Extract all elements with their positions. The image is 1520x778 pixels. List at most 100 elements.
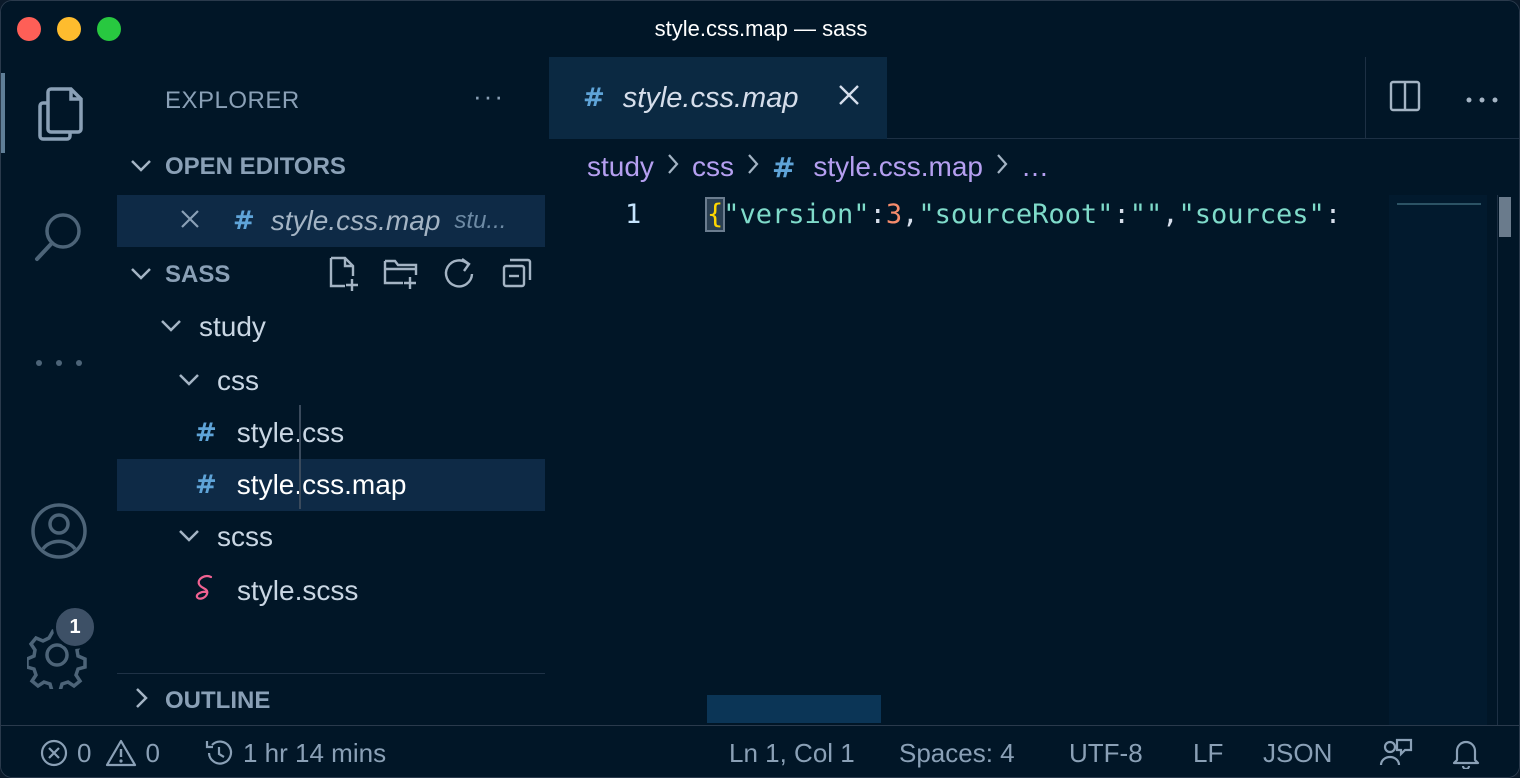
explorer-title: EXPLORER bbox=[165, 87, 300, 114]
language-mode-status[interactable]: JSON bbox=[1263, 726, 1332, 777]
chevron-down-icon bbox=[159, 314, 183, 340]
explorer-more-actions-button[interactable]: ··· bbox=[473, 81, 505, 112]
account-icon bbox=[31, 503, 87, 559]
vertical-scroll-thumb[interactable] bbox=[1499, 197, 1511, 237]
bracket-match: { bbox=[704, 197, 726, 232]
new-folder-icon bbox=[383, 259, 418, 289]
editor-area: # style.css.map study css # style.css.ma… bbox=[549, 57, 1519, 725]
file-label: style.scss bbox=[237, 575, 359, 606]
tab-label: style.css.map bbox=[622, 81, 799, 114]
files-icon bbox=[38, 87, 83, 141]
tab-style-css-map[interactable]: # style.css.map bbox=[549, 57, 887, 139]
problems-status[interactable]: 0 0 bbox=[39, 726, 160, 777]
cursor-position-status[interactable]: Ln 1, Col 1 bbox=[729, 726, 855, 777]
new-folder-button[interactable] bbox=[383, 255, 419, 291]
explorer-toolbar bbox=[325, 255, 535, 291]
folder-label: css bbox=[217, 365, 259, 396]
json-number: 3 bbox=[885, 199, 903, 230]
vscode-window: style.css.map — sass 1 EXPLORER ··· OPEN… bbox=[0, 0, 1520, 778]
settings-update-badge: 1 bbox=[53, 605, 97, 649]
bell-icon bbox=[1452, 740, 1480, 769]
file-label: style.css.map bbox=[236, 469, 407, 500]
close-window-button[interactable] bbox=[17, 17, 41, 41]
new-file-button[interactable] bbox=[325, 255, 361, 291]
horizontal-scroll-thumb[interactable] bbox=[707, 695, 881, 723]
refresh-explorer-button[interactable] bbox=[441, 255, 477, 291]
indentation-status[interactable]: Spaces: 4 bbox=[899, 726, 1015, 777]
json-key: "version" bbox=[723, 199, 870, 230]
file-style-scss[interactable]: style.scss bbox=[117, 565, 545, 617]
encoding-status[interactable]: UTF-8 bbox=[1069, 726, 1143, 777]
status-bar: 0 0 1 hr 14 mins Ln 1, Col 1 Spaces: 4 U… bbox=[1, 725, 1519, 777]
accounts-button[interactable] bbox=[1, 491, 117, 571]
chevron-down-icon bbox=[117, 262, 165, 288]
close-tab-icon[interactable] bbox=[837, 81, 861, 115]
minimize-window-button[interactable] bbox=[57, 17, 81, 41]
title-bar: style.css.map — sass bbox=[1, 1, 1519, 57]
close-editor-icon[interactable] bbox=[117, 205, 199, 237]
chevron-right-icon bbox=[117, 686, 165, 716]
folder-scss[interactable]: scss bbox=[117, 511, 545, 563]
json-key: "sourceRoot" bbox=[918, 199, 1114, 230]
time-tracker-value: 1 hr 14 mins bbox=[243, 737, 387, 768]
split-editor-button[interactable] bbox=[1389, 80, 1421, 116]
folder-css[interactable]: css bbox=[117, 355, 545, 407]
breadcrumb-item-file[interactable]: style.css.map bbox=[813, 151, 983, 183]
json-colon: : bbox=[869, 199, 886, 230]
sass-file-icon bbox=[193, 573, 219, 610]
folder-study[interactable]: study bbox=[117, 301, 545, 353]
chevron-right-icon bbox=[995, 152, 1009, 183]
css-file-icon: # bbox=[233, 206, 255, 236]
warning-count: 0 bbox=[145, 737, 160, 768]
open-editor-item[interactable]: # style.css.map stu... bbox=[117, 195, 545, 247]
notifications-button[interactable] bbox=[1451, 726, 1481, 777]
feedback-button[interactable] bbox=[1379, 726, 1413, 777]
breadcrumb-item-css[interactable]: css bbox=[692, 151, 734, 183]
folder-label: scss bbox=[217, 521, 273, 552]
css-file-icon: # bbox=[195, 470, 217, 500]
json-comma: , bbox=[902, 199, 919, 230]
json-colon: : bbox=[1113, 199, 1130, 230]
open-editors-section-header[interactable]: OPEN EDITORS bbox=[117, 145, 545, 189]
vertical-scrollbar[interactable] bbox=[1497, 195, 1511, 725]
file-style-css[interactable]: # style.css bbox=[117, 407, 545, 459]
search-activity-button[interactable] bbox=[1, 197, 117, 277]
indent-guide bbox=[299, 405, 301, 509]
time-tracker-status[interactable]: 1 hr 14 mins bbox=[203, 726, 387, 777]
file-label: style.css bbox=[236, 417, 345, 448]
feedback-icon bbox=[1379, 738, 1413, 766]
outline-section-header[interactable]: OUTLINE bbox=[117, 679, 545, 723]
breadcrumb-item-study[interactable]: study bbox=[587, 151, 654, 183]
code-editor[interactable]: 1 {"version":3,"sourceRoot":"","sources"… bbox=[549, 195, 1389, 725]
tab-bar: # style.css.map bbox=[549, 57, 1519, 139]
file-style-css-map[interactable]: # style.css.map bbox=[117, 459, 545, 511]
history-icon bbox=[205, 740, 233, 765]
warning-icon bbox=[106, 739, 137, 767]
chevron-down-icon bbox=[117, 154, 165, 180]
line-ending-status[interactable]: LF bbox=[1193, 726, 1223, 777]
new-file-icon bbox=[329, 256, 358, 291]
chevron-right-icon bbox=[666, 152, 680, 183]
search-icon bbox=[35, 213, 81, 261]
code-line[interactable]: {"version":3,"sourceRoot":"","sources": bbox=[704, 197, 1342, 232]
breadcrumb: study css # style.css.map … bbox=[549, 141, 1519, 193]
collapse-folders-button[interactable] bbox=[499, 255, 535, 291]
more-views-button[interactable] bbox=[1, 323, 117, 403]
minimap[interactable] bbox=[1389, 195, 1487, 725]
outline-label: OUTLINE bbox=[165, 687, 271, 714]
minimap-line bbox=[1397, 203, 1481, 205]
editor-more-actions-button[interactable] bbox=[1466, 89, 1498, 108]
error-count: 0 bbox=[77, 737, 92, 768]
explorer-activity-button[interactable] bbox=[1, 73, 117, 153]
breadcrumb-item-symbols[interactable]: … bbox=[1021, 151, 1049, 183]
json-comma: , bbox=[1162, 199, 1179, 230]
ellipsis-icon bbox=[36, 360, 82, 366]
json-colon: : bbox=[1324, 199, 1342, 230]
error-icon bbox=[40, 739, 68, 767]
css-file-icon: # bbox=[583, 83, 605, 113]
maximize-window-button[interactable] bbox=[97, 17, 121, 41]
css-file-icon: # bbox=[771, 150, 796, 184]
chevron-down-icon bbox=[177, 524, 201, 550]
workspace-label: SASS bbox=[165, 261, 231, 288]
css-file-icon: # bbox=[195, 418, 217, 448]
